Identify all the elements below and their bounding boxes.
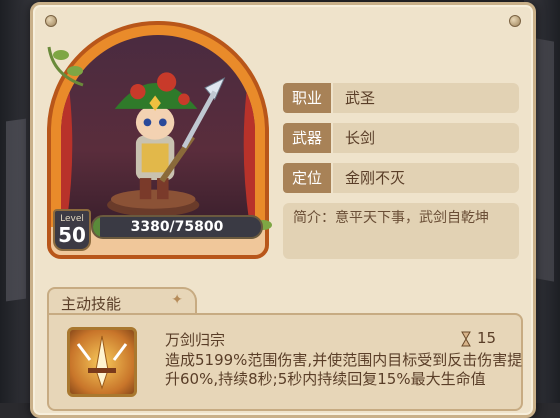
info-row-class: 职业 武圣 (283, 83, 519, 113)
sparkle-icon: ✦ (171, 292, 183, 308)
skill-tab-label: 主动技能 (61, 295, 122, 313)
weapon-label: 武器 (283, 123, 331, 153)
vine-decoration-icon (47, 46, 84, 87)
hero-intro: 简介：意平天下事，武剑自乾坤 (283, 203, 519, 259)
skill-sword-icon[interactable] (67, 327, 137, 397)
class-value: 武圣 (333, 83, 519, 113)
skill-card: 万剑归宗 15 造成5199%范围伤害,并使范围内目标受到反击伤害提升60%,持… (47, 313, 523, 411)
role-label: 定位 (283, 163, 331, 193)
hero-detail-panel: Level 50 3380/75800 职业 武圣 武器 长剑 定位 金刚不灭 … (30, 2, 536, 418)
hourglass-icon (461, 331, 471, 347)
level-number: 50 (58, 223, 86, 247)
skill-name: 万剑归宗 (165, 331, 226, 349)
skill-description: 造成5199%范围伤害,并使范围内目标受到反击伤害提升60%,持续8秒;5秒内持… (165, 351, 523, 388)
experience-text: 3380/75800 (130, 219, 224, 235)
rivet-icon (45, 15, 57, 27)
background-decor-right (536, 38, 554, 282)
info-row-role: 定位 金刚不灭 (283, 163, 519, 193)
level-badge: Level 50 (53, 209, 91, 251)
skill-cooldown: 15 (477, 329, 497, 347)
info-row-weapon: 武器 长剑 (283, 123, 519, 153)
role-value: 金刚不灭 (333, 163, 519, 193)
experience-bar: 3380/75800 (91, 215, 263, 239)
background-decor-left (6, 118, 26, 302)
rivet-icon (509, 15, 521, 27)
tab-active-skill[interactable]: 主动技能 ✦ (47, 287, 197, 315)
class-label: 职业 (283, 83, 331, 113)
weapon-value: 长剑 (333, 123, 519, 153)
